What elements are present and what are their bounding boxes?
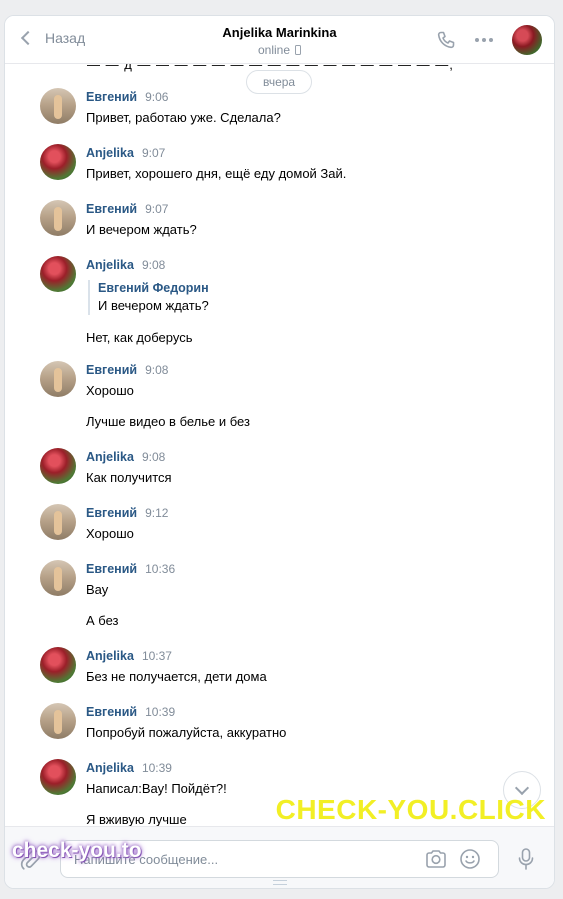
mobile-icon (295, 45, 302, 55)
status-text: online (257, 43, 291, 57)
message-time[interactable]: 9:06 (145, 90, 168, 104)
forwarded-text: И вечером ждать? (98, 298, 209, 313)
message-time[interactable]: 9:07 (142, 146, 165, 160)
message-text: Хорошо (86, 383, 134, 398)
message-text: Лучше видео в белье и без (86, 414, 250, 429)
message-author[interactable]: Anjelika (86, 649, 134, 663)
avatar[interactable] (40, 647, 76, 683)
online-status: online (257, 43, 302, 57)
message-item: Anjelika 9:07 Привет, хорошего дня, ещё е… (40, 144, 520, 183)
message-time[interactable]: 9:08 (145, 363, 168, 377)
message-item: Евгений 9:12 Хорошо (40, 504, 520, 543)
avatar[interactable] (40, 256, 76, 292)
message-time[interactable]: 9:07 (145, 202, 168, 216)
watermark-small: check-you.to (12, 839, 142, 862)
message-time[interactable]: 10:37 (142, 649, 172, 663)
avatar[interactable] (40, 759, 76, 795)
message-time[interactable]: 10:39 (142, 761, 172, 775)
avatar[interactable] (40, 361, 76, 397)
message-author[interactable]: Anjelika (86, 258, 134, 272)
message-item: Евгений 9:06 Привет, работаю уже. Сделала… (40, 88, 520, 127)
message-item: Anjelika 9:08 Как получится (40, 448, 520, 487)
message-item: Евгений 9:08 Хорошо Лучше видео в белье и… (40, 361, 520, 431)
avatar[interactable] (40, 88, 76, 124)
chat-header: Назад Anjelika Marinkina online (5, 16, 554, 64)
message-text: Попробуй пожалуйста, аккуратно (86, 725, 287, 740)
microphone-icon[interactable] (517, 847, 535, 876)
message-text: Вау (86, 582, 109, 597)
message-item: Евгений 10:39 Попробуй пожалуйста, аккура… (40, 703, 520, 742)
message-text: Привет, работаю уже. Сделала? (86, 110, 281, 125)
chat-window: Назад Anjelika Marinkina online — — д — … (4, 15, 555, 889)
message-time[interactable]: 9:08 (142, 258, 165, 272)
call-icon[interactable] (436, 30, 456, 50)
message-author[interactable]: Евгений (86, 506, 137, 520)
message-time[interactable]: 10:36 (145, 562, 175, 576)
message-item: Anjelika 10:37 Без не получается, дети до… (40, 647, 520, 686)
avatar[interactable] (40, 504, 76, 540)
message-text: Хорошо (86, 526, 134, 541)
header-actions (436, 25, 542, 55)
message-text: Без не получается, дети дома (86, 669, 267, 684)
message-text: А без (86, 613, 119, 628)
avatar[interactable] (40, 448, 76, 484)
message-time[interactable]: 9:08 (142, 450, 165, 464)
message-author[interactable]: Anjelika (86, 761, 134, 775)
message-text: Нет, как доберусь (86, 330, 193, 345)
message-text: И вечером ждать? (86, 222, 197, 237)
message-author[interactable]: Anjelika (86, 450, 134, 464)
emoji-icon[interactable] (459, 848, 481, 875)
message-author[interactable]: Евгений (86, 202, 137, 216)
message-author[interactable]: Anjelika (86, 146, 134, 160)
forwarded-message[interactable]: Евгений Федорин И вечером ждать? (88, 280, 520, 315)
contact-avatar[interactable] (512, 25, 542, 55)
message-author[interactable]: Евгений (86, 562, 137, 576)
resize-handle[interactable] (273, 880, 287, 885)
message-history[interactable]: — — д — — — — — — — — — — — — — — — — —,… (5, 64, 554, 826)
watermark-large: CHECK-YOU.CLICK (275, 794, 546, 825)
message-item: Anjelika 9:08 Евгений Федорин И вечером ж… (40, 256, 520, 347)
message-text: Привет, хорошего дня, ещё еду домой Зай. (86, 166, 347, 181)
message-text: Как получится (86, 470, 172, 485)
avatar[interactable] (40, 200, 76, 236)
forwarded-author[interactable]: Евгений Федорин (98, 280, 520, 297)
message-time[interactable]: 9:12 (145, 506, 168, 520)
message-item: Евгений 10:36 Вау А без (40, 560, 520, 630)
message-author[interactable]: Евгений (86, 705, 137, 719)
chevron-down-icon (514, 780, 530, 795)
camera-icon[interactable] (425, 849, 447, 874)
more-icon[interactable] (474, 37, 494, 43)
message-author[interactable]: Евгений (86, 90, 137, 104)
avatar[interactable] (40, 703, 76, 739)
message-time[interactable]: 10:39 (145, 705, 175, 719)
message-author[interactable]: Евгений (86, 363, 137, 377)
avatar[interactable] (40, 560, 76, 596)
message-item: Евгений 9:07 И вечером ждать? (40, 200, 520, 239)
avatar[interactable] (40, 144, 76, 180)
